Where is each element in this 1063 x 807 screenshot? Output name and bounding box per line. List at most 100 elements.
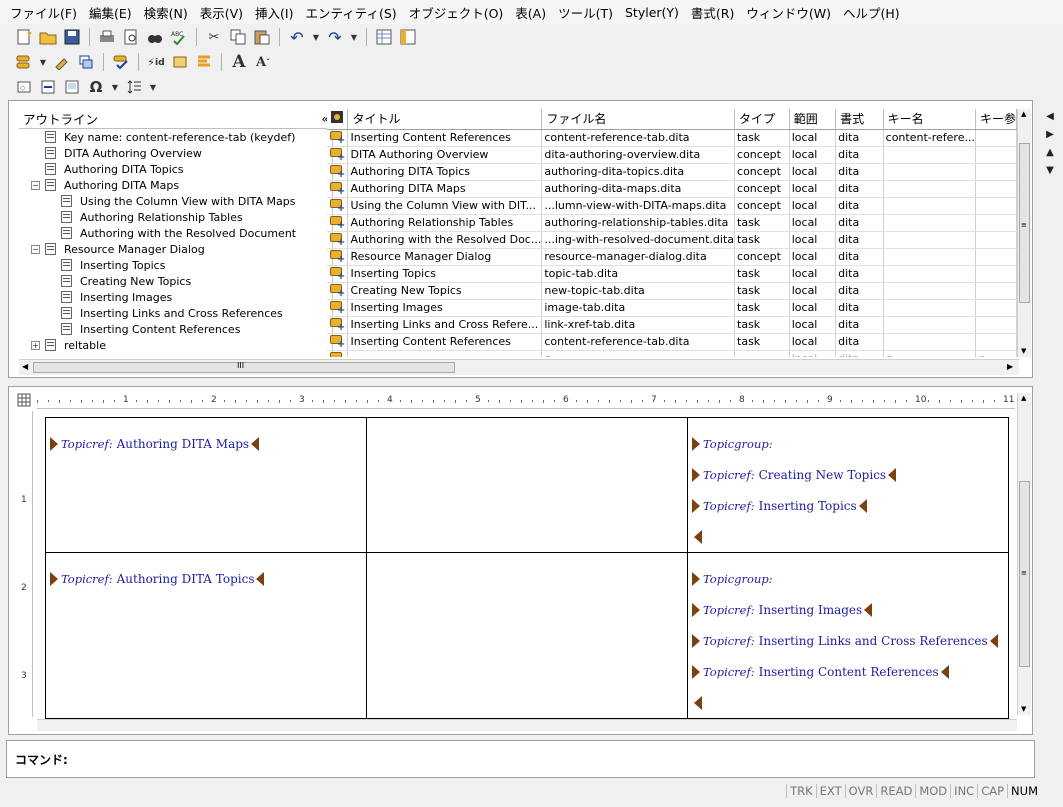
topicgroup-end-tag[interactable] — [692, 687, 1004, 718]
grid-cell[interactable]: Inserting Links and Cross Refere... — [347, 316, 543, 334]
menu-edit[interactable]: 編集(E) — [85, 3, 140, 22]
grid-cell[interactable]: local — [789, 248, 837, 266]
grid-cell[interactable] — [883, 248, 976, 266]
scroll-left-icon[interactable]: ◀ — [22, 362, 28, 371]
grid-cell[interactable]: ...lumn-view-with-DITA-maps.dita — [541, 197, 736, 215]
collapse-toggle-icon[interactable]: − — [31, 244, 40, 254]
reltable-cell[interactable]: Topicref: Authoring DITA Maps — [45, 417, 367, 553]
generate-id-icon[interactable]: ⚡ id — [146, 52, 166, 72]
expand-toggle-icon[interactable]: + — [31, 340, 40, 350]
attributes-icon[interactable] — [170, 52, 190, 72]
reltable-cell[interactable] — [366, 417, 688, 553]
grid-cell[interactable]: Inserting Topics — [347, 265, 543, 283]
grid-cell[interactable]: dita — [835, 248, 884, 266]
grid-cell[interactable]: task — [734, 214, 790, 232]
menu-format[interactable]: 書式(R) — [687, 3, 742, 22]
grid-row[interactable]: Authoring Relationship Tablesauthoring-r… — [327, 214, 1017, 232]
grid-cell[interactable] — [883, 214, 976, 232]
grid-cell[interactable]: dita — [835, 231, 884, 249]
outline-item[interactable]: + reltable — [31, 337, 106, 353]
topicgroup-end-tag[interactable] — [692, 521, 1004, 552]
topicref-tag[interactable]: Topicref: Authoring DITA Topics — [50, 563, 362, 594]
col-title[interactable]: タイトル — [347, 109, 543, 130]
grid-row[interactable]: Inserting Content Referencescontent-refe… — [327, 333, 1017, 351]
grid-cell[interactable] — [975, 197, 1017, 215]
grid-cell[interactable]: local — [789, 299, 837, 317]
decrease-font-icon[interactable]: Aˇ — [253, 52, 273, 72]
grid-cell[interactable]: image-tab.dita — [541, 299, 736, 317]
grid-cell[interactable] — [975, 265, 1017, 283]
outline-item[interactable]: − Resource Manager Dialog — [31, 241, 205, 257]
grid-cell[interactable]: authoring-relationship-tables.dita — [541, 214, 736, 232]
grid-cell[interactable]: dita — [835, 265, 884, 283]
grid-row[interactable]: Authoring with the Resolved Doc......ing… — [327, 231, 1017, 249]
grid-cell[interactable] — [347, 350, 543, 357]
command-bar[interactable]: コマンド: — [6, 740, 1035, 778]
grid-cell[interactable]: task — [734, 231, 790, 249]
grid-cell[interactable]: concept — [734, 197, 790, 215]
table-icon[interactable] — [374, 27, 394, 47]
styles-icon[interactable] — [194, 52, 214, 72]
grid-cell[interactable] — [883, 299, 976, 317]
copy-icon[interactable] — [228, 27, 248, 47]
grid-cell[interactable]: local — [789, 214, 837, 232]
validate-icon[interactable] — [111, 52, 131, 72]
grid-cell[interactable] — [975, 333, 1017, 351]
open-folder-icon[interactable] — [38, 27, 58, 47]
grid-cell[interactable]: concept — [734, 146, 790, 164]
grid-cell[interactable]: dita — [835, 180, 884, 198]
grid-row[interactable]: Resource Manager Dialogresource-manager-… — [327, 248, 1017, 266]
grid-cell[interactable]: authoring-dita-maps.dita — [541, 180, 736, 198]
new-document-icon[interactable]: ✦ — [14, 27, 34, 47]
outline-item[interactable]: Creating New Topics — [61, 273, 191, 289]
col-keyref[interactable]: キー参 — [975, 109, 1017, 130]
outline-item[interactable]: Inserting Content References — [61, 321, 240, 337]
grid-cell[interactable]: Authoring DITA Topics — [347, 163, 543, 181]
menu-help[interactable]: ヘルプ(H) — [839, 3, 908, 22]
grid-cell[interactable] — [975, 146, 1017, 164]
outline-item[interactable]: Authoring DITA Topics — [45, 161, 184, 177]
increase-font-icon[interactable]: A — [229, 52, 249, 72]
grid-cell[interactable]: local — [789, 197, 837, 215]
outline-item[interactable]: Authoring Relationship Tables — [61, 209, 243, 225]
grid-cell[interactable]: task — [734, 129, 790, 147]
grid-cell[interactable]: content-reference-tab.dita — [541, 129, 736, 147]
omega-symbol-icon[interactable]: Ω — [86, 77, 106, 97]
grid-row[interactable]: Inserting Content Referencescontent-refe… — [327, 129, 1017, 147]
topicgroup-tag[interactable]: Topicgroup: — [692, 428, 1004, 459]
grid-cell[interactable]: dita — [835, 333, 884, 351]
scroll-down-icon[interactable]: ▼ — [1021, 705, 1026, 713]
grid-cell[interactable]: local — [789, 146, 837, 164]
grid-cell[interactable]: new-topic-tab.dita — [541, 282, 736, 300]
change-element-icon[interactable] — [52, 52, 72, 72]
menu-insert[interactable]: 挿入(I) — [251, 3, 301, 22]
grid-cell[interactable]: task — [734, 282, 790, 300]
outline-item[interactable]: Inserting Links and Cross References — [61, 305, 283, 321]
grid-cell[interactable]: local — [789, 265, 837, 283]
grid-row[interactable]: Inserting Imagesimage-tab.ditatasklocald… — [327, 299, 1017, 317]
grid-cell[interactable]: dita — [835, 350, 884, 357]
menu-styler[interactable]: Styler(Y) — [621, 5, 687, 20]
grid-cell[interactable]: ø — [883, 350, 976, 357]
reltable-cell[interactable]: Topicref: Authoring DITA Topics — [45, 552, 367, 719]
horizontal-scrollbar[interactable]: ◀ III ▶ — [19, 359, 1019, 375]
outline-item[interactable]: Key name: content-reference-tab (keydef) — [45, 129, 295, 145]
grid-cell[interactable]: dita — [835, 197, 884, 215]
grid-cell[interactable]: local — [789, 350, 837, 357]
grid-cell[interactable] — [975, 163, 1017, 181]
print-icon[interactable] — [97, 27, 117, 47]
grid-cell[interactable]: task — [734, 299, 790, 317]
grid-cell[interactable]: Resource Manager Dialog — [347, 248, 543, 266]
arrow-right-icon[interactable]: ▶ — [1043, 128, 1057, 142]
grid-row[interactable]: DITA Authoring Overviewdita-authoring-ov… — [327, 146, 1017, 164]
grid-cell[interactable]: local — [789, 282, 837, 300]
grid-cell[interactable] — [883, 316, 976, 334]
save-icon[interactable] — [62, 27, 82, 47]
grid-cell[interactable]: Inserting Images — [347, 299, 543, 317]
redo-icon[interactable]: ↷ — [325, 27, 345, 47]
grid-cell[interactable]: concept — [734, 163, 790, 181]
grid-cell[interactable]: Inserting Content References — [347, 129, 543, 147]
scroll-down-icon[interactable]: ▼ — [1021, 347, 1026, 355]
symbol-dropdown-icon[interactable]: ▼ — [110, 83, 120, 92]
editor-horizontal-scrollbar[interactable] — [37, 719, 1017, 731]
